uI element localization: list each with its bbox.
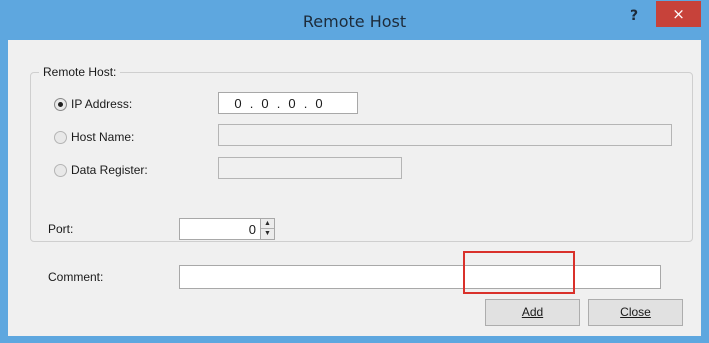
ip-octet-4[interactable]: 0 — [312, 96, 326, 111]
comment-label: Comment: — [48, 270, 104, 284]
close-button[interactable]: Close — [588, 299, 683, 326]
port-value[interactable]: 0 — [249, 222, 256, 237]
port-label: Port: — [48, 222, 74, 236]
ip-separator: . — [276, 95, 281, 111]
ip-address-label: IP Address: — [71, 97, 133, 111]
data-register-field[interactable] — [218, 157, 402, 179]
dialog-window: Remote Host ? × Remote Host: IP Address:… — [0, 0, 709, 343]
host-name-option[interactable]: Host Name: — [54, 128, 134, 146]
add-button-label: Add — [521, 305, 544, 319]
remote-host-legend: Remote Host: — [39, 65, 121, 79]
ip-separator: . — [303, 95, 308, 111]
port-stepper[interactable]: 0 ▲ ▼ — [179, 218, 275, 240]
data-register-radio[interactable] — [54, 163, 67, 177]
ip-address-field[interactable]: 0 . 0 . 0 . 0 — [218, 92, 358, 114]
help-icon[interactable]: ? — [622, 6, 646, 26]
dialog-body: Remote Host: IP Address: 0 . 0 . 0 . 0 H… — [8, 40, 701, 336]
ip-octet-2[interactable]: 0 — [258, 96, 272, 111]
dialog-title: Remote Host — [302, 12, 407, 31]
host-name-radio[interactable] — [54, 130, 67, 144]
spin-down-icon[interactable]: ▼ — [261, 229, 274, 239]
ip-address-radio[interactable] — [54, 97, 67, 111]
close-button-label: Close — [620, 305, 651, 319]
comment-field[interactable] — [179, 265, 661, 289]
add-button[interactable]: Add — [485, 299, 580, 326]
host-name-label: Host Name: — [71, 130, 135, 144]
ip-address-option[interactable]: IP Address: — [54, 95, 132, 113]
port-spin-buttons[interactable]: ▲ ▼ — [260, 219, 274, 239]
ip-octet-1[interactable]: 0 — [231, 96, 245, 111]
ip-separator: . — [249, 95, 254, 111]
title-bar[interactable]: Remote Host ? × — [0, 0, 709, 40]
spin-up-icon[interactable]: ▲ — [261, 219, 274, 229]
ip-octet-3[interactable]: 0 — [285, 96, 299, 111]
host-name-field[interactable] — [218, 124, 672, 146]
data-register-option[interactable]: Data Register: — [54, 161, 148, 179]
close-window-button[interactable]: × — [656, 1, 701, 27]
add-button-highlight — [463, 251, 575, 294]
data-register-label: Data Register: — [71, 163, 148, 177]
